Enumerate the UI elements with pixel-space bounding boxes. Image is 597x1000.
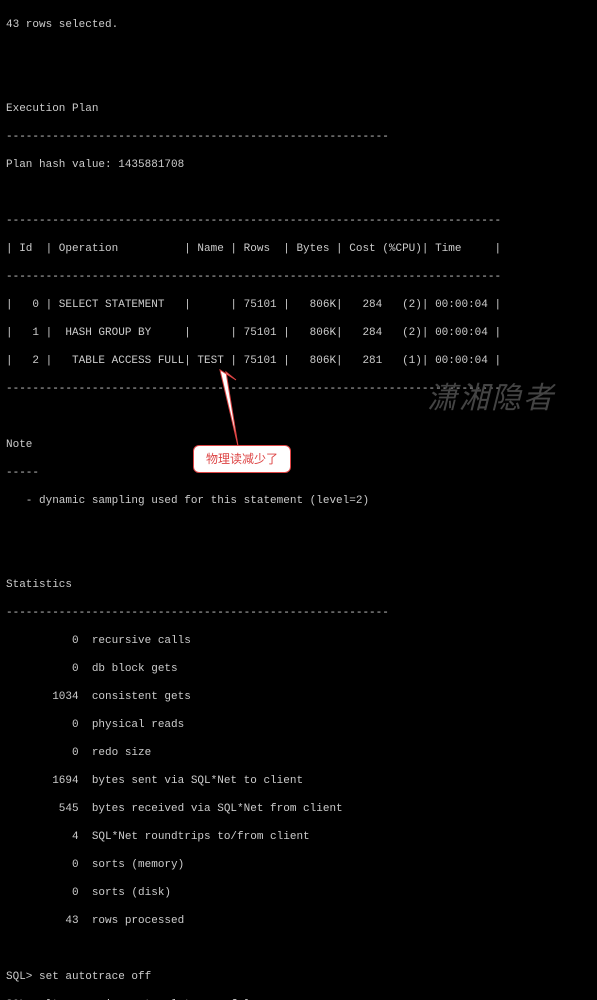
sql-prompt[interactable]: SQL> set autotrace off — [6, 970, 591, 984]
plan-row: | 0 | SELECT STATEMENT | | 75101 | 806K|… — [6, 298, 591, 312]
prompt-prefix: SQL> — [6, 971, 32, 983]
plan-hash: Plan hash value: 1435881708 — [6, 158, 591, 172]
plan-row: | 2 | TABLE ACCESS FULL| TEST | 75101 | … — [6, 354, 591, 368]
plan-hr: ----------------------------------------… — [6, 214, 591, 228]
plan-hr: ----------------------------------------… — [6, 270, 591, 284]
sql-prompt[interactable]: SQL> alter session set sql_trace =false; — [6, 998, 591, 1000]
stat-row: 0 sorts (memory) — [6, 858, 591, 872]
stat-row: 43 rows processed — [6, 914, 591, 928]
hr: ----------------------------------------… — [6, 130, 591, 144]
plan-hr: ----------------------------------------… — [6, 382, 591, 396]
sql-command: alter session set sql_trace =false; — [39, 999, 270, 1000]
stats-title: Statistics — [6, 578, 591, 592]
stat-row: 0 physical reads — [6, 718, 591, 732]
stat-row: 4 SQL*Net roundtrips to/from client — [6, 830, 591, 844]
sql-command: set autotrace off — [39, 971, 151, 983]
stat-row: 0 sorts (disk) — [6, 886, 591, 900]
prompt-prefix: SQL> — [6, 999, 32, 1000]
stat-row: 545 bytes received via SQL*Net from clie… — [6, 802, 591, 816]
stat-row: 1034 consistent gets — [6, 690, 591, 704]
note-title: Note — [6, 438, 591, 452]
stat-row: 0 redo size — [6, 746, 591, 760]
note-line: - dynamic sampling used for this stateme… — [6, 494, 591, 508]
exec-plan-title: Execution Plan — [6, 102, 591, 116]
hr: ----------------------------------------… — [6, 606, 591, 620]
stat-row: 1694 bytes sent via SQL*Net to client — [6, 774, 591, 788]
terminal-output: 43 rows selected. Execution Plan -------… — [6, 4, 591, 1000]
note-hr: ----- — [6, 466, 591, 480]
stat-row: 0 recursive calls — [6, 634, 591, 648]
plan-row: | 1 | HASH GROUP BY | | 75101 | 806K| 28… — [6, 326, 591, 340]
rows-selected: 43 rows selected. — [6, 18, 591, 32]
stat-row: 0 db block gets — [6, 662, 591, 676]
plan-header: | Id | Operation | Name | Rows | Bytes |… — [6, 242, 591, 256]
